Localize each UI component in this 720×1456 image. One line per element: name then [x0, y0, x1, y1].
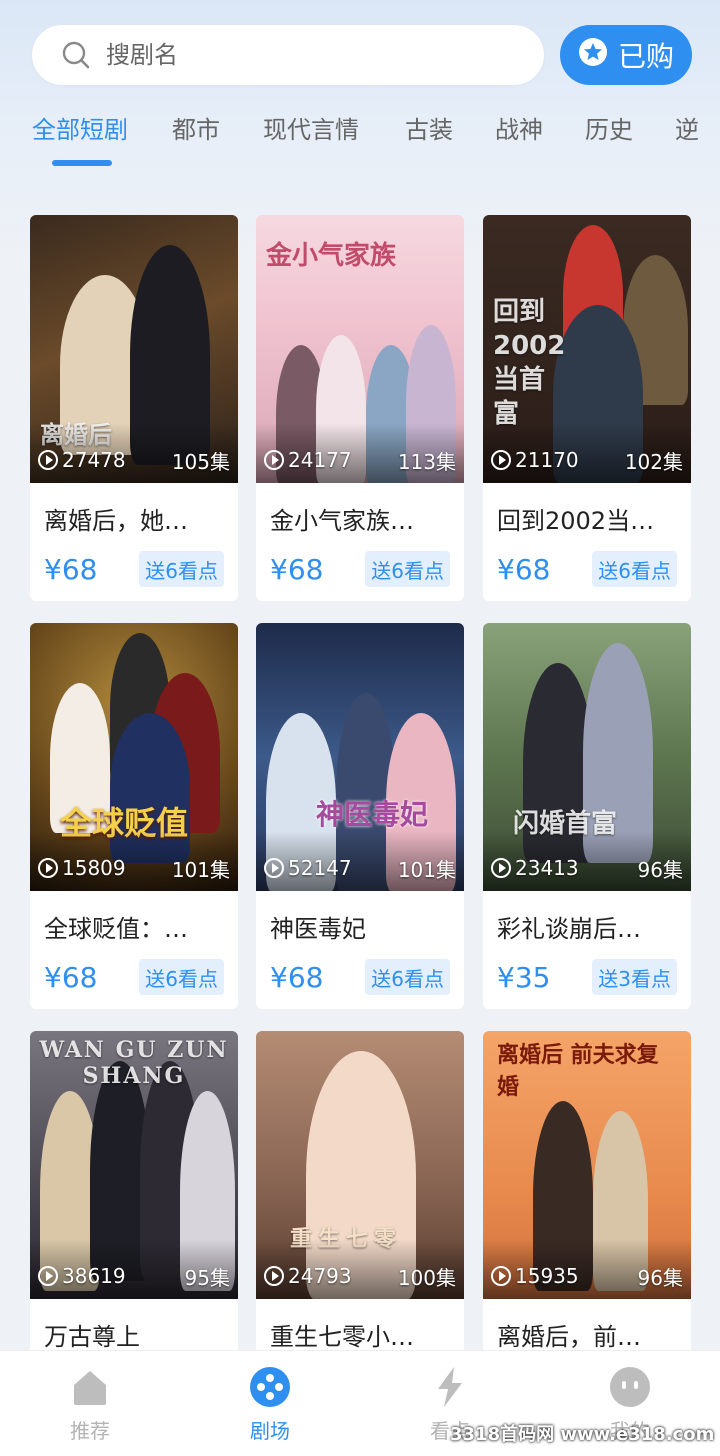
view-count: 23413 — [515, 856, 579, 880]
poster-text: WAN GU ZUN SHANG — [39, 1037, 229, 1089]
drama-card[interactable]: 全球贬值 15809 101集 全球贬值：… ¥68 送6看点 — [30, 623, 238, 1009]
tab-costume[interactable]: 古装 — [405, 110, 453, 145]
tab-more[interactable]: 逆 — [675, 110, 699, 145]
home-icon — [68, 1365, 112, 1409]
episode-count: 105集 — [171, 449, 230, 474]
price: ¥68 — [270, 961, 324, 994]
drama-title: 彩礼谈崩后… — [497, 915, 641, 943]
view-count: 15935 — [515, 1264, 579, 1288]
play-icon — [264, 1266, 284, 1286]
view-count: 27478 — [62, 448, 126, 472]
drama-card[interactable]: 金小气家族 24177 113集 金小气家族… ¥68 送6看点 — [256, 215, 464, 601]
drama-poster: 闪婚首富 23413 96集 — [483, 623, 691, 891]
drama-title: 万古尊上 — [44, 1323, 140, 1351]
profile-icon — [608, 1365, 652, 1409]
view-count: 52147 — [288, 856, 352, 880]
drama-poster: 金小气家族 24177 113集 — [256, 215, 464, 483]
drama-title: 金小气家族… — [270, 507, 414, 535]
price: ¥68 — [44, 961, 98, 994]
drama-title: 神医毒妃 — [270, 915, 366, 943]
drama-card[interactable]: 神医毒妃 52147 101集 神医毒妃 ¥68 送6看点 — [256, 623, 464, 1009]
drama-card[interactable]: 离婚后 27478 105集 离婚后，她… ¥68 送6看点 — [30, 215, 238, 601]
drama-title: 全球贬值：… — [44, 915, 188, 943]
view-count: 24793 — [288, 1264, 352, 1288]
play-icon — [38, 450, 58, 470]
play-icon — [491, 450, 511, 470]
drama-poster: 神医毒妃 52147 101集 — [256, 623, 464, 891]
episode-count: 101集 — [397, 857, 456, 882]
nav-item-theater[interactable]: 剧场 — [210, 1365, 330, 1444]
view-count: 15809 — [62, 856, 126, 880]
search-icon — [62, 41, 90, 69]
tab-modern-romance[interactable]: 现代言情 — [263, 110, 359, 145]
episode-count: 100集 — [397, 1265, 456, 1290]
poster-text: 金小气家族 — [266, 241, 397, 271]
play-icon — [264, 450, 284, 470]
episode-count: 96集 — [637, 857, 683, 882]
drama-title: 回到2002当… — [497, 507, 655, 535]
nav-label: 剧场 — [250, 1419, 290, 1443]
lightning-icon — [428, 1365, 472, 1409]
bonus-badge: 送6看点 — [365, 959, 450, 995]
tab-indicator — [52, 160, 112, 166]
purchased-label: 已购 — [617, 40, 674, 73]
tab-history[interactable]: 历史 — [585, 110, 633, 145]
play-icon — [491, 1266, 511, 1286]
drama-poster: 全球贬值 15809 101集 — [30, 623, 238, 891]
play-icon — [491, 858, 511, 878]
price: ¥68 — [270, 553, 324, 586]
bonus-badge: 送6看点 — [139, 959, 224, 995]
episode-count: 113集 — [397, 449, 456, 474]
tab-urban[interactable]: 都市 — [172, 110, 220, 145]
bonus-badge: 送6看点 — [365, 551, 450, 587]
drama-poster: 离婚后 27478 105集 — [30, 215, 238, 483]
poster-text: 回到2002当首富 — [493, 297, 566, 429]
bonus-badge: 送6看点 — [139, 551, 224, 587]
episode-count: 95集 — [184, 1265, 230, 1290]
poster-text: 离婚后 前夫求复婚 — [497, 1043, 659, 1100]
drama-title: 离婚后，她… — [44, 507, 188, 535]
play-icon — [38, 858, 58, 878]
theater-icon — [248, 1365, 292, 1409]
price: ¥68 — [497, 553, 551, 586]
view-count: 21170 — [515, 448, 579, 472]
drama-card[interactable]: 闪婚首富 23413 96集 彩礼谈崩后… ¥35 送3看点 — [483, 623, 691, 1009]
drama-poster: 重生七零 24793 100集 — [256, 1031, 464, 1299]
nav-label: 推荐 — [70, 1419, 110, 1443]
drama-poster: WAN GU ZUN SHANG 38619 95集 — [30, 1031, 238, 1299]
watermark: 3318首码网 www.e318.com — [450, 1424, 715, 1445]
bonus-badge: 送6看点 — [592, 551, 677, 587]
tab-all[interactable]: 全部短剧 — [32, 110, 128, 145]
price: ¥35 — [497, 961, 551, 994]
nav-item-recommend[interactable]: 推荐 — [30, 1365, 150, 1444]
purchased-button[interactable]: 已购 — [560, 25, 692, 85]
search-input[interactable] — [104, 40, 488, 70]
poster-text: 神医毒妃 — [316, 798, 429, 831]
bonus-badge: 送3看点 — [592, 959, 677, 995]
episode-count: 101集 — [171, 857, 230, 882]
episode-count: 102集 — [624, 449, 683, 474]
star-icon — [578, 37, 608, 74]
play-icon — [264, 858, 284, 878]
episode-count: 96集 — [637, 1265, 683, 1290]
view-count: 24177 — [288, 448, 352, 472]
play-icon — [38, 1266, 58, 1286]
drama-card[interactable]: 回到2002当首富 21170 102集 回到2002当… ¥68 送6看点 — [483, 215, 691, 601]
drama-poster: 回到2002当首富 21170 102集 — [483, 215, 691, 483]
view-count: 38619 — [62, 1264, 126, 1288]
tab-war-god[interactable]: 战神 — [495, 110, 543, 145]
price: ¥68 — [44, 553, 98, 586]
search-bar[interactable] — [32, 25, 544, 85]
drama-title: 重生七零小… — [270, 1323, 414, 1351]
drama-title: 离婚后，前… — [497, 1323, 641, 1351]
drama-poster: 离婚后 前夫求复婚 15935 96集 — [483, 1031, 691, 1299]
